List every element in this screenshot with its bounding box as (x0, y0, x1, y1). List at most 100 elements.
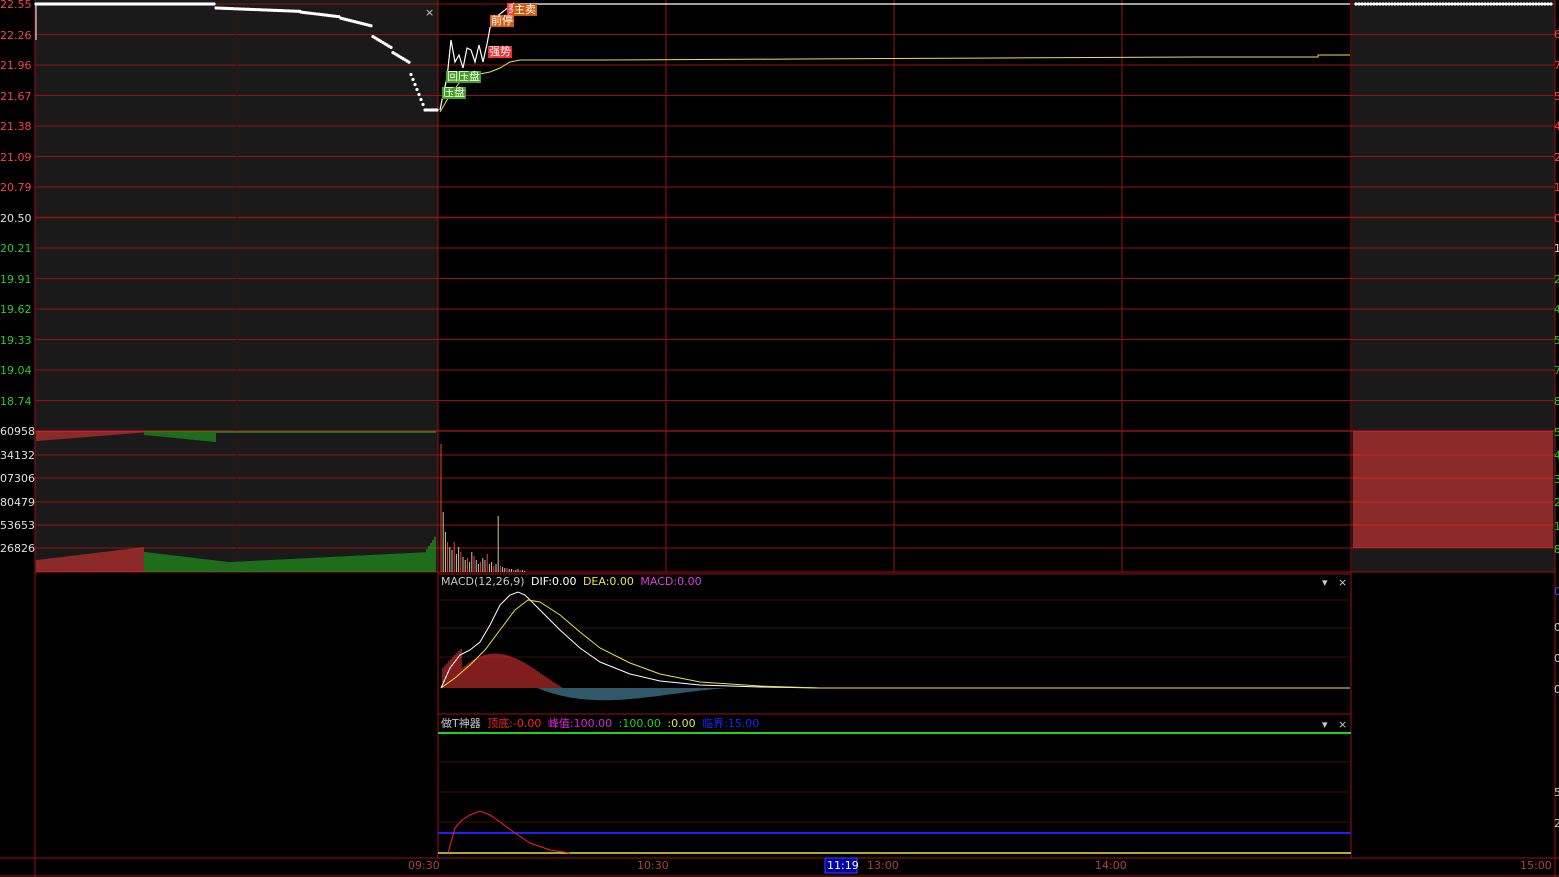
chart-canvas[interactable] (0, 0, 1559, 877)
right-axis-label: 4 (1554, 120, 1559, 133)
price-dot (407, 60, 411, 64)
post-price-dot (1414, 2, 1418, 6)
post-price-dot (1426, 2, 1430, 6)
post-price-dot (1357, 2, 1361, 6)
volume-axis-label: 34132 (0, 449, 35, 462)
signal-main-sell: 主卖 (513, 3, 537, 16)
macd-menu-icon[interactable]: ▾ (1322, 577, 1328, 589)
post-price-dot (1363, 2, 1367, 6)
post-price-dot (1435, 2, 1439, 6)
right-axis-label: 2 (1554, 496, 1559, 509)
post-price-dot (1390, 2, 1394, 6)
dot-close-icon[interactable]: × (1338, 719, 1347, 731)
price-axis-label: 20.21 (0, 242, 32, 255)
macd-macd-value: 0.00 (677, 575, 702, 588)
post-price-dot (1417, 2, 1421, 6)
volume-axis-label: 26826 (0, 542, 35, 555)
volume-axis-label: 53653 (0, 519, 35, 532)
post-price-dot (1387, 2, 1391, 6)
post-price-dot (1519, 2, 1523, 6)
post-price-dot (1354, 2, 1358, 6)
post-price-dot (1537, 2, 1541, 6)
post-price-dot (1423, 2, 1427, 6)
price-dot (411, 77, 415, 82)
volume-axis-label: 80479 (0, 496, 35, 509)
right-axis-label: 4 (1554, 449, 1559, 462)
post-price-dot (1528, 2, 1532, 6)
post-price-dot (1549, 2, 1553, 6)
dot-item-peak: 峰值:100.00 (547, 717, 613, 730)
right-axis-label: 8 (1554, 543, 1559, 556)
post-price-dot (1420, 2, 1424, 6)
post-price-dot (1462, 2, 1466, 6)
macd-dea-value: 0.00 (609, 575, 634, 588)
price-dot (417, 92, 421, 97)
time-label-0930: 09:30 (408, 859, 440, 872)
post-price-dot (1525, 2, 1529, 6)
post-price-dot (1375, 2, 1379, 6)
macd-dif-label: DIF: (531, 575, 552, 588)
price-panel-close-icon[interactable]: × (425, 7, 434, 19)
macd-title: MACD(12,26,9) (441, 575, 525, 588)
time-label-1030: 10:30 (637, 859, 669, 872)
price-axis-label: 19.62 (0, 303, 32, 316)
post-price-dot (1474, 2, 1478, 6)
post-price-dot (1438, 2, 1442, 6)
post-price-dot (1471, 2, 1475, 6)
price-dot (369, 24, 373, 28)
price-dot (421, 102, 425, 107)
post-price-dot (1480, 2, 1484, 6)
post-price-dot (1372, 2, 1376, 6)
post-price-dot (1498, 2, 1502, 6)
macd-dif-value: 0.00 (551, 575, 577, 588)
post-price-dot (1534, 2, 1538, 6)
dot-title: 做T神器 (441, 717, 481, 730)
right-axis-label: 0 (1554, 683, 1559, 696)
right-axis-label: 8 (1554, 395, 1559, 408)
right-axis-label: 5 (1554, 426, 1559, 439)
right-axis-label: 2 (1554, 273, 1559, 286)
macd-close-icon[interactable]: × (1338, 577, 1347, 589)
dot-menu-icon[interactable]: ▾ (1322, 719, 1328, 731)
post-price-dot (1456, 2, 1460, 6)
price-dot (409, 72, 413, 77)
post-price-dot (1531, 2, 1535, 6)
price-axis-label: 21.67 (0, 89, 32, 103)
post-price-dot (1489, 2, 1493, 6)
price-dot (415, 87, 419, 92)
post-price-dot (1429, 2, 1433, 6)
macd-dea-label: DEA: (582, 575, 610, 588)
price-axis-label: 19.33 (0, 333, 32, 347)
post-price-dot (1447, 2, 1451, 6)
post-price-dot (1522, 2, 1526, 6)
volume-axis-label: 60958 (0, 425, 35, 438)
right-axis-label: 5 (1554, 90, 1559, 103)
price-dot (389, 45, 393, 50)
post-price-dot (1459, 2, 1463, 6)
signal-return-pressure: 回压盘 (446, 70, 481, 83)
price-dot (419, 97, 423, 102)
post-price-dot (1381, 2, 1385, 6)
post-price-dot (1444, 2, 1448, 6)
right-axis-label: 4 (1554, 303, 1559, 316)
macd-dea-line (440, 599, 1350, 689)
post-price-dot (1543, 2, 1547, 6)
right-axis-label: 2 (1554, 817, 1559, 830)
macd-macd-label: MACD: (640, 575, 678, 588)
signal-strong: 强势 (488, 45, 512, 58)
post-price-dot (1441, 2, 1445, 6)
time-label-1400: 14:00 (1095, 859, 1127, 872)
right-axis-label: 0 (1554, 585, 1559, 598)
right-axis-label: 0 (1554, 621, 1559, 634)
post-price-dot (1504, 2, 1508, 6)
post-price-dot (1507, 2, 1511, 6)
average-price-line (439, 54, 1350, 113)
post-price-dot (1378, 2, 1382, 6)
post-price-dot (1399, 2, 1403, 6)
dot-item-critical: 临界:15.00 (702, 717, 760, 730)
post-price-dot (1477, 2, 1481, 6)
signal-front-stop: 前停 (490, 14, 514, 27)
right-axis-label: 5 (1554, 334, 1559, 347)
right-axis-label: 2 (1554, 151, 1559, 164)
price-axis-label: 20.79 (0, 181, 32, 194)
